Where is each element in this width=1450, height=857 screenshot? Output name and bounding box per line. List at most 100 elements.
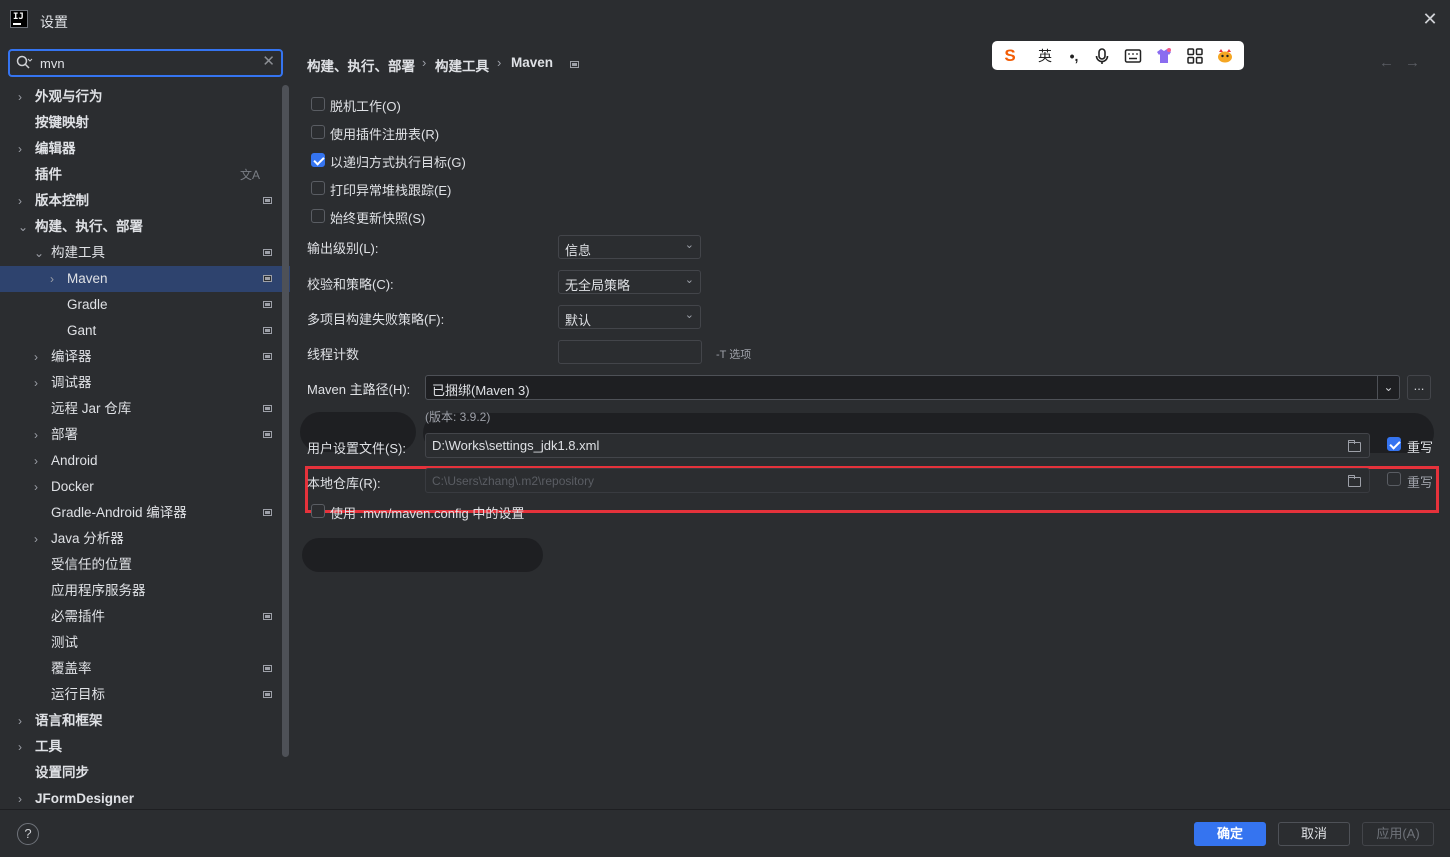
checksum-policy-select[interactable]: 无全局策略 ⌄: [558, 270, 701, 294]
mvn-config-pill: [302, 538, 543, 572]
sidebar-item[interactable]: 设置同步: [0, 760, 290, 786]
settings-content: 构建、执行、部署 › 构建工具 › Maven ← → S 英 •, 脱机工作(…: [291, 40, 1450, 809]
chevron-right-icon[interactable]: ›: [18, 188, 30, 214]
sidebar-item[interactable]: Gradle: [0, 292, 290, 318]
maven-home-value: 已捆绑(Maven 3): [432, 383, 530, 398]
chevron-right-icon[interactable]: ›: [18, 708, 30, 734]
chevron-down-icon: ⌄: [684, 309, 694, 321]
sidebar-scrollbar[interactable]: [282, 85, 289, 757]
sidebar-item[interactable]: ⌄ 构建、执行、部署: [0, 214, 290, 240]
sidebar-item[interactable]: Gradle-Android 编译器: [0, 500, 290, 526]
chevron-down-icon[interactable]: ⌄: [34, 240, 46, 266]
folder-icon[interactable]: [1348, 475, 1361, 487]
chevron-right-icon[interactable]: ›: [50, 266, 62, 292]
chevron-right-icon[interactable]: ›: [34, 448, 46, 474]
maven-option-checkbox[interactable]: [311, 209, 325, 223]
chevron-right-icon[interactable]: ›: [18, 136, 30, 162]
sidebar-item[interactable]: 按键映射: [0, 110, 290, 136]
sidebar-item-label: 外观与行为: [35, 89, 103, 104]
punctuation-icon[interactable]: •,: [1064, 46, 1084, 66]
maven-version-label: (版本: 3.9.2): [425, 410, 491, 424]
project-level-icon: [263, 301, 272, 308]
maven-option-checkbox[interactable]: [311, 153, 325, 167]
chevron-down-icon[interactable]: ⌄: [18, 214, 30, 240]
checksum-policy-value: 无全局策略: [565, 278, 631, 293]
sidebar-item[interactable]: 应用程序服务器: [0, 578, 290, 604]
folder-icon[interactable]: [1348, 440, 1361, 452]
local-repo-input[interactable]: C:\Users\zhang\.m2\repository: [425, 468, 1370, 493]
sidebar-item[interactable]: › 编译器: [0, 344, 290, 370]
ime-language-toggle[interactable]: 英: [1035, 46, 1055, 66]
user-settings-input[interactable]: D:\Works\settings_jdk1.8.xml: [425, 433, 1370, 458]
settings-search-box[interactable]: ✕: [8, 49, 283, 77]
maven-option-checkbox[interactable]: [311, 125, 325, 139]
ok-button[interactable]: 确定: [1194, 822, 1266, 846]
use-mvn-config-label: 使用 .mvn/maven.config 中的设置: [330, 506, 525, 521]
chevron-right-icon[interactable]: ›: [18, 734, 30, 760]
sidebar-item[interactable]: › 工具: [0, 734, 290, 760]
title-bar: IJ 设置 ✕: [0, 0, 1450, 40]
chevron-right-icon[interactable]: ›: [34, 422, 46, 448]
user-settings-value: D:\Works\settings_jdk1.8.xml: [432, 438, 600, 453]
sidebar-item[interactable]: 覆盖率: [0, 656, 290, 682]
user-settings-override-checkbox[interactable]: [1387, 437, 1401, 451]
maven-option-checkbox[interactable]: [311, 97, 325, 111]
breadcrumb-item-build-tools[interactable]: 构建工具: [435, 55, 489, 75]
local-repo-placeholder: C:\Users\zhang\.m2\repository: [432, 474, 595, 488]
sidebar-item[interactable]: › 版本控制: [0, 188, 290, 214]
window-title: 设置: [40, 14, 68, 30]
local-repo-override-checkbox[interactable]: [1387, 472, 1401, 486]
sidebar-item[interactable]: › 外观与行为: [0, 84, 290, 110]
sidebar-item[interactable]: Gant: [0, 318, 290, 344]
sidebar-item[interactable]: 运行目标: [0, 682, 290, 708]
failure-policy-select[interactable]: 默认 ⌄: [558, 305, 701, 329]
sidebar-item[interactable]: 远程 Jar 仓库: [0, 396, 290, 422]
output-level-select[interactable]: 信息 ⌄: [558, 235, 701, 259]
sidebar-item[interactable]: › 部署: [0, 422, 290, 448]
sidebar-item[interactable]: 必需插件: [0, 604, 290, 630]
sidebar-item[interactable]: › Java 分析器: [0, 526, 290, 552]
back-arrow-icon[interactable]: ←: [1379, 54, 1394, 71]
breadcrumb-item-build[interactable]: 构建、执行、部署: [307, 55, 415, 75]
sidebar-item[interactable]: 插件 文A: [0, 162, 290, 188]
sidebar-item[interactable]: › Docker: [0, 474, 290, 500]
chevron-right-icon[interactable]: ›: [34, 344, 46, 370]
cancel-button[interactable]: 取消: [1278, 822, 1350, 846]
close-icon[interactable]: ✕: [1420, 9, 1440, 29]
skin-icon[interactable]: [1154, 46, 1174, 66]
search-input[interactable]: [40, 54, 260, 72]
ime-toolbar: S 英 •,: [992, 41, 1244, 70]
mascot-icon[interactable]: [1215, 46, 1235, 66]
sidebar-item-label: 工具: [35, 739, 62, 754]
toolbox-grid-icon[interactable]: [1185, 46, 1205, 66]
sidebar-item[interactable]: › 调试器: [0, 370, 290, 396]
sidebar-item-label: 编译器: [51, 349, 92, 364]
sidebar-item[interactable]: › 编辑器: [0, 136, 290, 162]
checksum-policy-label: 校验和策略(C):: [307, 277, 394, 292]
maven-option-checkbox[interactable]: [311, 181, 325, 195]
keyboard-icon[interactable]: [1123, 46, 1143, 66]
sogou-logo-icon[interactable]: S: [1000, 46, 1020, 66]
sidebar-item[interactable]: 测试: [0, 630, 290, 656]
help-icon[interactable]: ?: [17, 823, 39, 845]
sidebar-item[interactable]: 受信任的位置: [0, 552, 290, 578]
thread-count-input[interactable]: [558, 340, 702, 364]
microphone-icon[interactable]: [1092, 46, 1112, 66]
clear-search-icon[interactable]: ✕: [262, 52, 275, 70]
sidebar-item[interactable]: › Android: [0, 448, 290, 474]
sidebar-item-label: 构建工具: [51, 245, 105, 260]
chevron-right-icon[interactable]: ›: [34, 370, 46, 396]
use-mvn-config-checkbox[interactable]: [311, 504, 325, 518]
chevron-right-icon[interactable]: ›: [34, 474, 46, 500]
apply-button[interactable]: 应用(A): [1362, 822, 1434, 846]
sidebar-item[interactable]: › Maven: [0, 266, 290, 292]
sidebar-item-label: 测试: [51, 635, 78, 650]
forward-arrow-icon[interactable]: →: [1405, 54, 1420, 71]
maven-home-select[interactable]: 已捆绑(Maven 3) ⌄: [425, 375, 1400, 400]
chevron-right-icon[interactable]: ›: [34, 526, 46, 552]
maven-home-browse-button[interactable]: ...: [1407, 375, 1431, 400]
sidebar-item[interactable]: ⌄ 构建工具: [0, 240, 290, 266]
sidebar-item[interactable]: › 语言和框架: [0, 708, 290, 734]
chevron-right-icon[interactable]: ›: [18, 84, 30, 110]
chevron-down-icon[interactable]: ⌄: [1377, 376, 1399, 399]
